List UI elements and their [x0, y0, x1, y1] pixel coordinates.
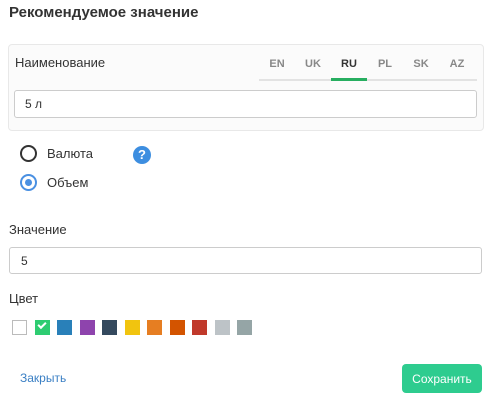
save-button[interactable]: Сохранить: [402, 364, 482, 393]
tab-lang-ru[interactable]: RU: [331, 57, 367, 81]
value-label: Значение: [9, 222, 67, 237]
tab-lang-pl[interactable]: PL: [367, 57, 403, 79]
color-swatch[interactable]: [169, 320, 185, 335]
check-icon: [36, 319, 47, 330]
color-swatch[interactable]: [102, 320, 117, 335]
tab-lang-uk[interactable]: UK: [295, 57, 331, 79]
color-swatch[interactable]: [214, 320, 230, 335]
language-tabs: EN UK RU PL SK AZ: [259, 57, 477, 81]
tab-lang-en[interactable]: EN: [259, 57, 295, 79]
tab-lang-sk[interactable]: SK: [403, 57, 439, 79]
value-input[interactable]: [9, 247, 482, 274]
color-swatch[interactable]: [192, 320, 207, 335]
name-label: Наименование: [15, 55, 106, 70]
tab-lang-az[interactable]: AZ: [439, 57, 475, 79]
radio-volume[interactable]: Объем: [20, 174, 88, 191]
color-swatch[interactable]: [12, 320, 27, 335]
name-section: Наименование EN UK RU PL SK AZ: [8, 44, 484, 131]
help-icon[interactable]: ?: [133, 146, 151, 164]
name-input[interactable]: [14, 90, 477, 118]
radio-currency[interactable]: Валюта: [20, 145, 93, 162]
color-swatch-selected[interactable]: [34, 319, 50, 335]
close-link[interactable]: Закрыть: [20, 371, 66, 385]
color-swatch[interactable]: [147, 320, 162, 335]
color-swatches: [12, 319, 260, 335]
dialog-title: Рекомендуемое значение: [9, 4, 199, 21]
color-swatch[interactable]: [79, 320, 95, 335]
color-label: Цвет: [9, 291, 39, 306]
color-swatch[interactable]: [124, 320, 140, 335]
radio-currency-label: Валюта: [47, 146, 93, 161]
color-swatch[interactable]: [237, 320, 252, 335]
radio-volume-circle[interactable]: [20, 174, 37, 191]
radio-volume-label: Объем: [47, 175, 89, 190]
color-swatch[interactable]: [57, 320, 72, 335]
radio-currency-circle[interactable]: [20, 145, 37, 162]
